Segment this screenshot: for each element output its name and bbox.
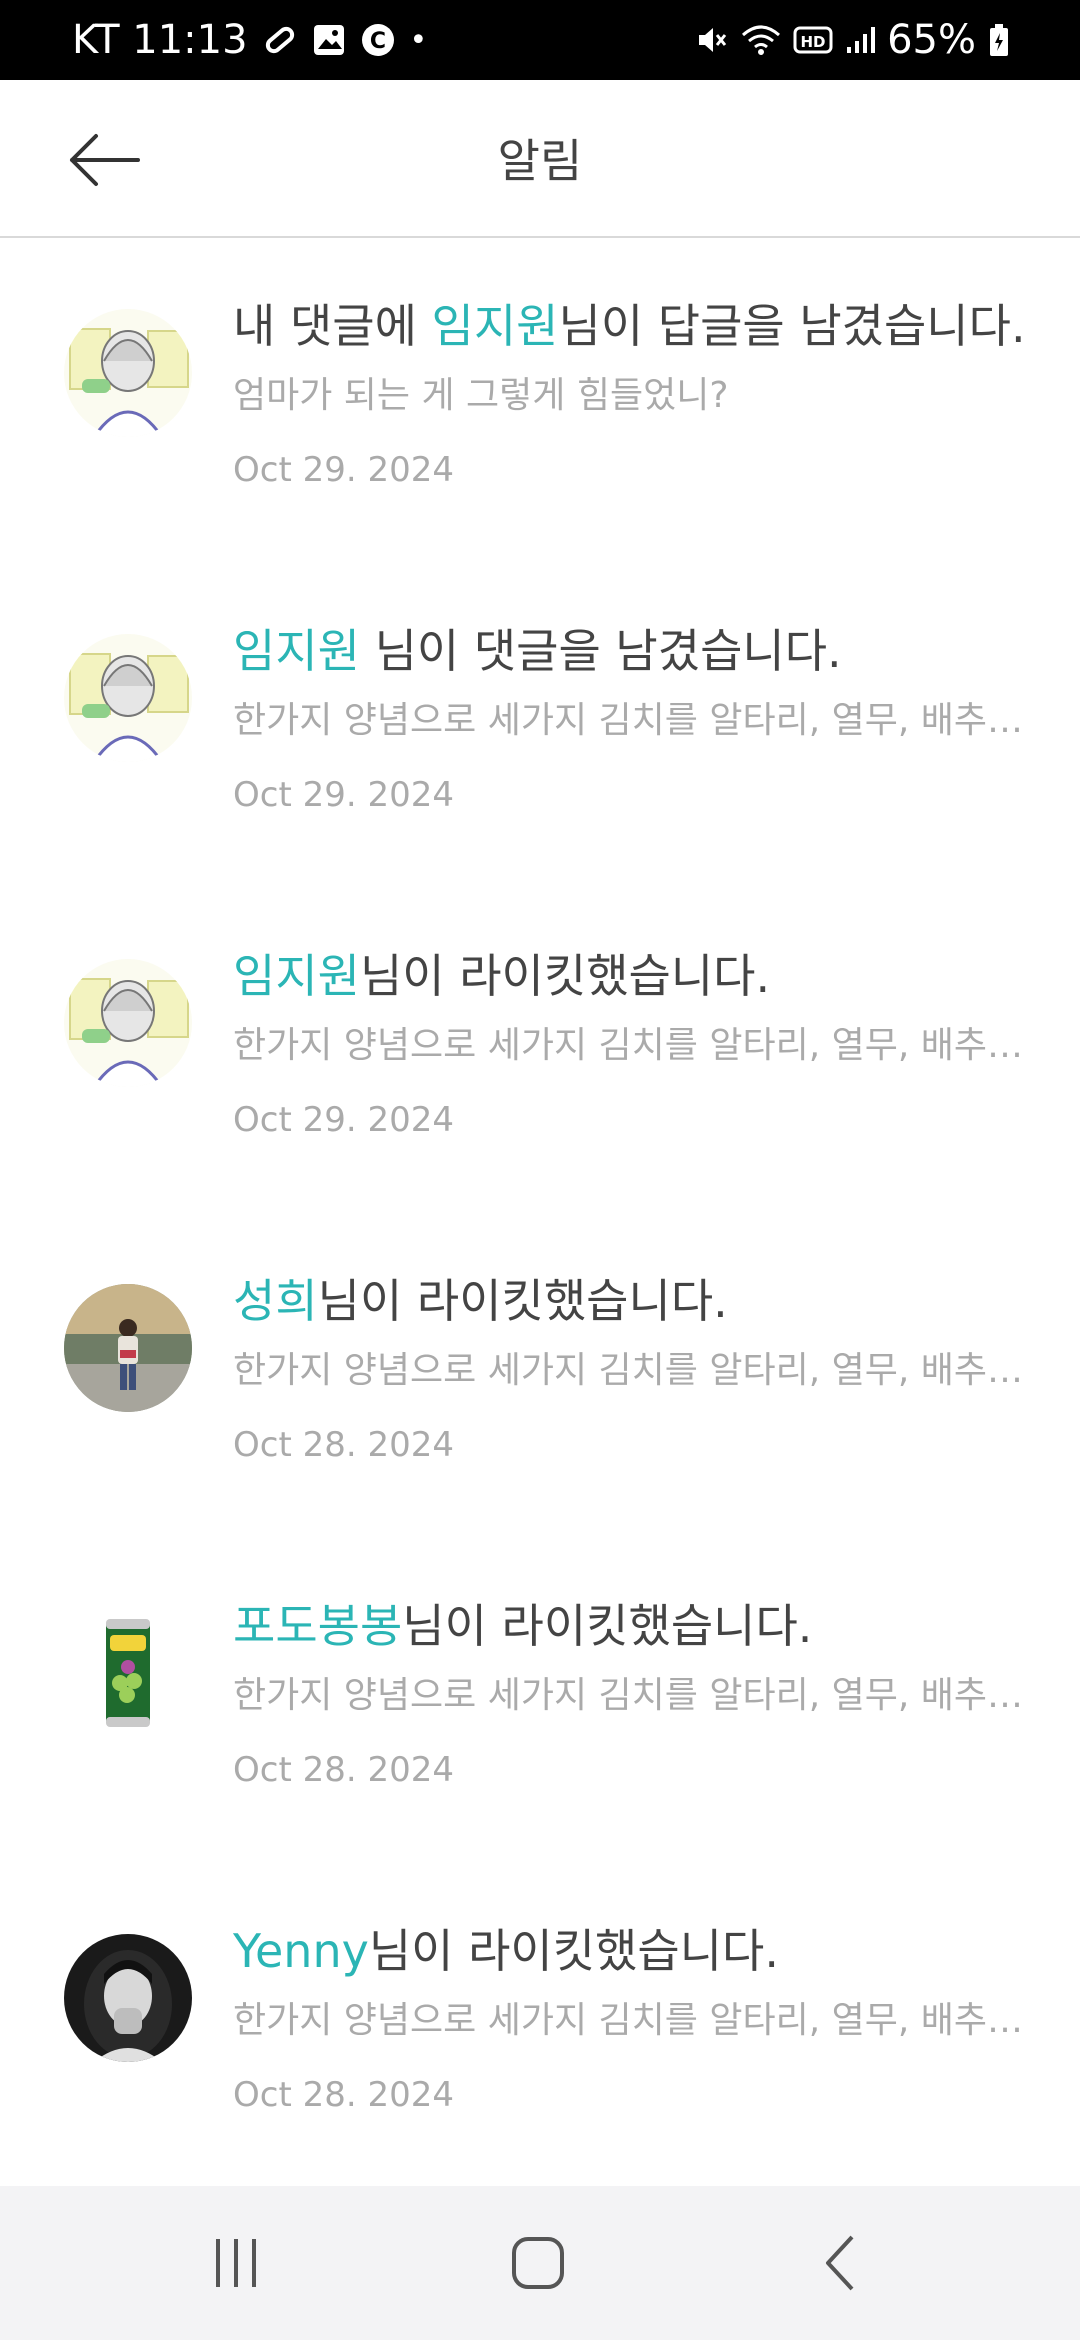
notification-texts: Yenny님이 라이킷했습니다. 한가지 양념으로 세가지 김치를 알타리, 열… — [233, 1921, 1040, 2117]
avatar — [64, 959, 192, 1087]
avatar — [64, 1934, 192, 2062]
notification-date: Oct 29. 2024 — [233, 450, 454, 490]
notification-texts: 임지원님이 라이킷했습니다. 한가지 양념으로 세가지 김치를 알타리, 열무,… — [233, 946, 1040, 1142]
notification-message: 내 댓글에 임지원님이 답글을 남겼습니다. — [233, 296, 1040, 356]
notification-dot: • — [409, 22, 428, 58]
notification-item[interactable]: 포도봉봉님이 라이킷했습니다. 한가지 양념으로 세가지 김치를 알타리, 열무… — [0, 1540, 1080, 1865]
notification-item[interactable]: Yenny님이 라이킷했습니다. 한가지 양념으로 세가지 김치를 알타리, 열… — [0, 1865, 1080, 2190]
preview-text: 한가지 양념으로 세가지 김치를 알타리, 열무, 배추김치 — [233, 1350, 1040, 1391]
avatar — [64, 1284, 192, 1412]
notification-list: 내 댓글에 임지원님이 답글을 남겼습니다. 엄마가 되는 게 그렇게 힘들었니… — [0, 240, 1080, 2190]
home-icon — [512, 2237, 564, 2289]
notification-texts: 임지원 님이 댓글을 남겼습니다. 한가지 양념으로 세가지 김치를 알타리, … — [233, 621, 1040, 817]
message-suffix: 님이 라이킷했습니다. — [402, 1599, 813, 1653]
gallery-icon — [312, 23, 346, 57]
message-suffix: 님이 라이킷했습니다. — [317, 1274, 728, 1328]
notification-texts: 포도봉봉님이 라이킷했습니다. 한가지 양념으로 세가지 김치를 알타리, 열무… — [233, 1596, 1040, 1792]
notification-texts: 내 댓글에 임지원님이 답글을 남겼습니다. 엄마가 되는 게 그렇게 힘들었니… — [233, 296, 1040, 492]
notification-date: Oct 28. 2024 — [233, 1425, 454, 1465]
notification-date: Oct 29. 2024 — [233, 775, 454, 815]
notification-message: 성희님이 라이킷했습니다. — [233, 1271, 1040, 1331]
c-badge-icon: C — [360, 22, 396, 58]
message-suffix: 님이 댓글을 남겼습니다. — [359, 624, 842, 678]
chevron-left-icon — [826, 2235, 854, 2291]
link-icon — [262, 22, 298, 58]
user-name: Yenny — [233, 1924, 369, 1978]
notification-message: Yenny님이 라이킷했습니다. — [233, 1921, 1040, 1981]
user-name: 임지원 — [233, 949, 360, 1003]
recent-apps-button[interactable] — [156, 2186, 316, 2340]
avatar — [64, 309, 192, 437]
wifi-icon — [741, 23, 781, 57]
notification-message: 임지원 님이 댓글을 남겼습니다. — [233, 621, 1040, 681]
notification-message: 포도봉봉님이 라이킷했습니다. — [233, 1596, 1040, 1656]
status-left: KT 11:13 C • — [72, 0, 427, 80]
user-name: 임지원 — [233, 624, 360, 678]
notification-date: Oct 29. 2024 — [233, 1100, 454, 1140]
notification-item[interactable]: 성희님이 라이킷했습니다. 한가지 양념으로 세가지 김치를 알타리, 열무, … — [0, 1215, 1080, 1540]
signal-icon — [845, 25, 876, 55]
message-suffix: 님이 답글을 남겼습니다. — [558, 299, 1026, 353]
page-title: 알림 — [497, 134, 583, 188]
battery-icon — [988, 23, 1010, 57]
svg-text:HD: HD — [801, 33, 826, 51]
app-header: 알림 — [0, 80, 1080, 238]
notification-date: Oct 28. 2024 — [233, 2075, 454, 2115]
battery-percent: 65% — [887, 17, 976, 63]
system-nav-bar — [0, 2186, 1080, 2340]
notification-texts: 성희님이 라이킷했습니다. 한가지 양념으로 세가지 김치를 알타리, 열무, … — [233, 1271, 1040, 1467]
mute-icon — [695, 23, 729, 57]
preview-text: 한가지 양념으로 세가지 김치를 알타리, 열무, 배추김치 — [233, 700, 1040, 741]
preview-text: 한가지 양념으로 세가지 김치를 알타리, 열무, 배추김치 — [233, 1025, 1040, 1066]
notification-date: Oct 28. 2024 — [233, 1750, 454, 1790]
system-back-button[interactable] — [762, 2186, 922, 2340]
carrier-time: KT 11:13 — [72, 17, 248, 63]
user-name: 포도봉봉 — [233, 1599, 403, 1653]
preview-text: 한가지 양념으로 세가지 김치를 알타리, 열무, 배추김치 — [233, 1675, 1040, 1716]
user-name: 임지원 — [431, 299, 559, 353]
avatar — [64, 1609, 192, 1737]
status-right: HD 65% — [695, 0, 1010, 80]
hd-icon: HD — [793, 25, 833, 55]
preview-text: 한가지 양념으로 세가지 김치를 알타리, 열무, 배추김치 — [233, 2000, 1040, 2041]
message-suffix: 님이 라이킷했습니다. — [359, 949, 771, 1003]
message-suffix: 님이 라이킷했습니다. — [368, 1924, 779, 1978]
notification-item[interactable]: 임지원님이 라이킷했습니다. 한가지 양념으로 세가지 김치를 알타리, 열무,… — [0, 890, 1080, 1215]
notification-item[interactable]: 내 댓글에 임지원님이 답글을 남겼습니다. 엄마가 되는 게 그렇게 힘들었니… — [0, 240, 1080, 565]
preview-text: 엄마가 되는 게 그렇게 힘들었니? — [233, 375, 729, 416]
recent-apps-icon — [216, 2239, 256, 2287]
notification-item[interactable]: 임지원 님이 댓글을 남겼습니다. 한가지 양념으로 세가지 김치를 알타리, … — [0, 565, 1080, 890]
status-bar: KT 11:13 C • HD 65% — [0, 0, 1080, 80]
user-name: 성희 — [233, 1274, 318, 1328]
avatar — [64, 634, 192, 762]
svg-text:C: C — [369, 29, 385, 54]
home-button[interactable] — [458, 2186, 618, 2340]
notification-message: 임지원님이 라이킷했습니다. — [233, 946, 1040, 1006]
message-prefix: 내 댓글에 — [233, 299, 432, 353]
